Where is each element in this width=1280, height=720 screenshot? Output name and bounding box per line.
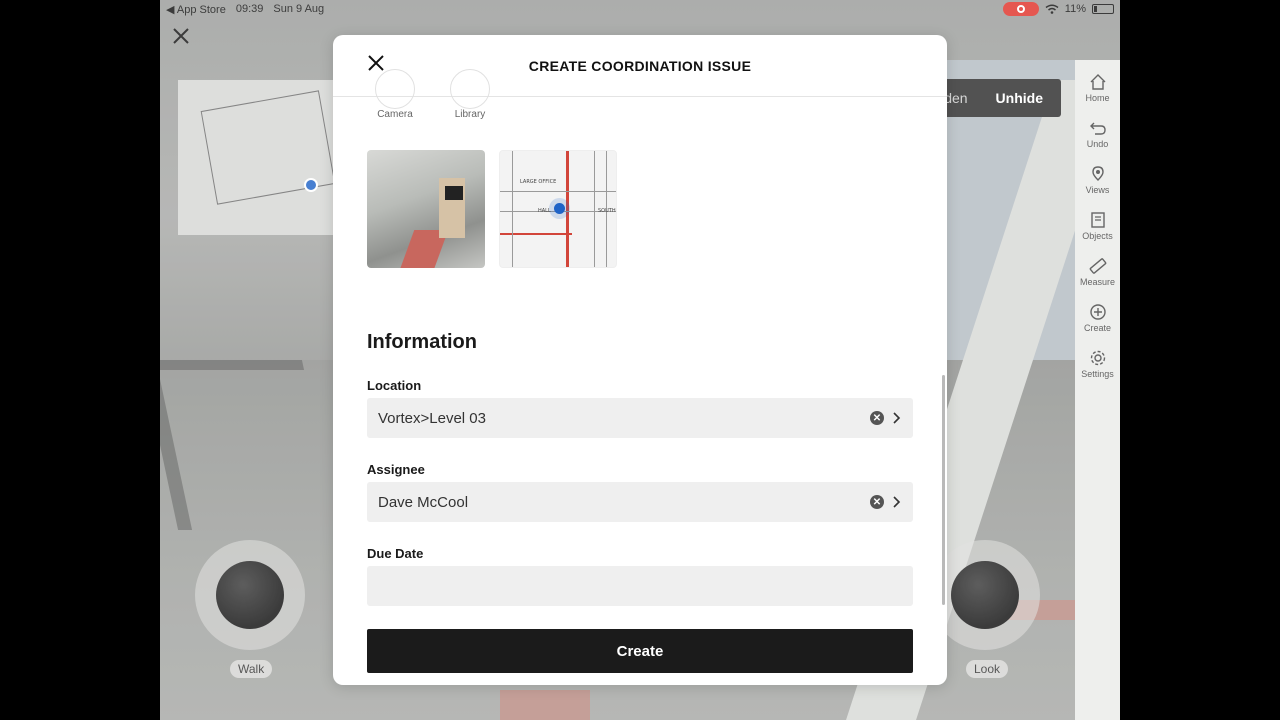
- attachment-sources: Camera Library: [333, 69, 947, 127]
- clear-assignee-icon[interactable]: ✕: [870, 495, 884, 509]
- due-date-label: Due Date: [367, 546, 424, 561]
- location-field[interactable]: Vortex>Level 03 ✕: [367, 398, 913, 438]
- camera-label: Camera: [377, 109, 413, 120]
- modal-title: CREATE COORDINATION ISSUE: [528, 57, 752, 74]
- clear-location-icon[interactable]: ✕: [870, 411, 884, 425]
- chevron-right-icon[interactable]: [892, 411, 902, 425]
- library-button[interactable]: Library: [440, 69, 500, 120]
- attachment-photo-thumbnail[interactable]: [367, 150, 485, 268]
- plan-text: HALL: [538, 208, 551, 214]
- plan-text: LARGE OFFICE: [520, 179, 557, 185]
- camera-button[interactable]: Camera: [365, 69, 425, 120]
- attachment-plan-thumbnail[interactable]: LARGE OFFICE HALL SOUTH: [499, 150, 617, 268]
- section-title: Information: [367, 331, 477, 353]
- ipad-screen: ◀ App Store 09:39 Sun 9 Aug 11% den Unhi…: [160, 0, 1120, 720]
- library-label: Library: [454, 109, 486, 120]
- chevron-right-icon[interactable]: [892, 495, 902, 509]
- location-label: Location: [367, 378, 422, 393]
- plan-text: SOUTH: [598, 208, 616, 214]
- create-issue-modal: CREATE COORDINATION ISSUE Camera Library…: [333, 35, 947, 685]
- assignee-label: Assignee: [367, 462, 425, 477]
- modal-scrollbar[interactable]: [942, 375, 945, 605]
- create-button[interactable]: Create: [367, 629, 913, 673]
- modal-header: CREATE COORDINATION ISSUE: [333, 35, 947, 97]
- location-value: Vortex>Level 03: [378, 409, 486, 427]
- plan-location-pin: [554, 203, 565, 214]
- assignee-value: Dave McCool: [378, 493, 469, 511]
- due-date-field[interactable]: [367, 566, 913, 606]
- camera-icon: [375, 69, 415, 109]
- assignee-field[interactable]: Dave McCool ✕: [367, 482, 913, 522]
- library-icon: [450, 69, 490, 109]
